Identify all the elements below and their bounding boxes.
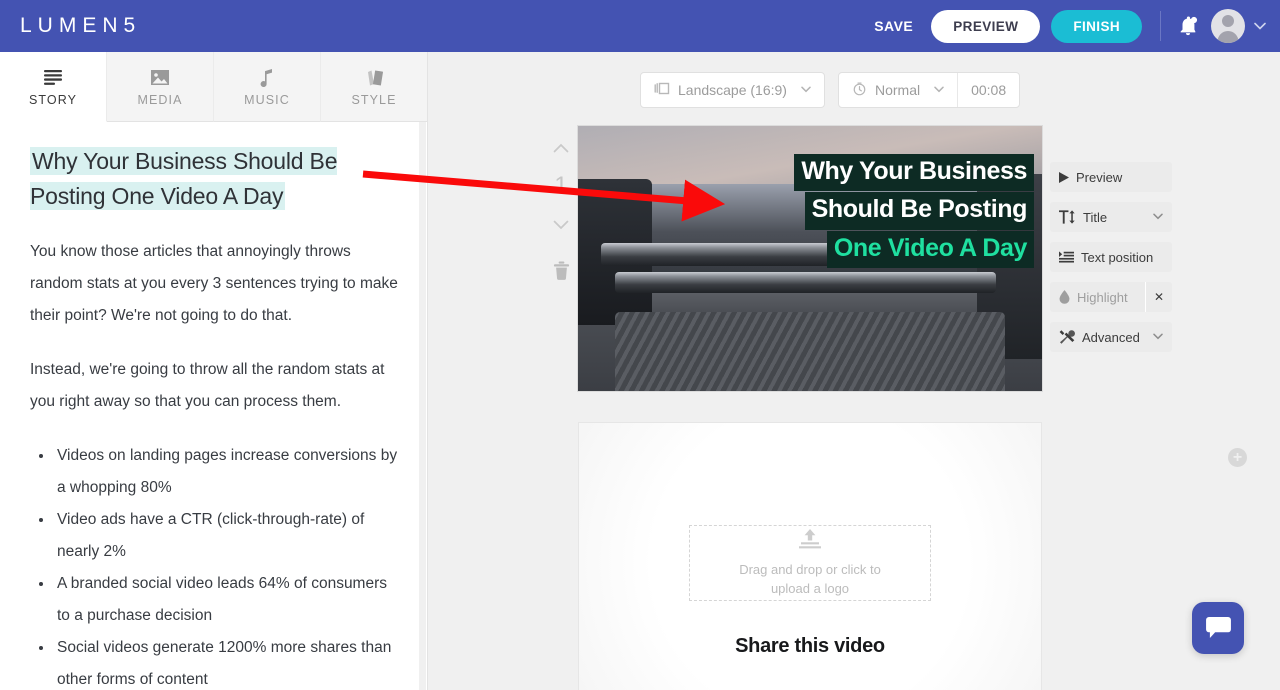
tab-story[interactable]: STORY	[0, 52, 107, 122]
chevron-down-icon	[934, 84, 944, 96]
story-headline[interactable]: Why Your Business Should Be Posting One …	[30, 144, 398, 214]
chevron-down-icon	[801, 84, 811, 96]
speed-and-duration-group[interactable]: Normal 00:08	[838, 72, 1020, 108]
chevron-up-icon[interactable]	[549, 135, 573, 160]
chevron-down-icon	[1153, 332, 1163, 343]
list-item[interactable]: Video ads have a CTR (click-through-rate…	[54, 504, 398, 568]
text-position-label: Text position	[1081, 250, 1153, 265]
format-dropdown-cell[interactable]: Landscape (16:9)	[641, 73, 824, 107]
advanced-dropdown-button[interactable]: Advanced	[1050, 322, 1172, 352]
preview-scene-label: Preview	[1076, 170, 1122, 185]
upload-instruction-line1: Drag and drop or click to	[739, 560, 881, 579]
scene-video-preview[interactable]: Why Your Business Should Be Posting One …	[578, 126, 1042, 391]
scene-number: 1	[554, 172, 567, 200]
story-paragraph[interactable]: You know those articles that annoyingly …	[30, 236, 398, 332]
chevron-down-icon[interactable]	[1254, 17, 1266, 35]
lumen5-video-editor: LUMEN5 SAVE PREVIEW FINISH	[0, 0, 1280, 690]
story-content[interactable]: Why Your Business Should Be Posting One …	[0, 122, 428, 690]
format-dropdown[interactable]: Landscape (16:9)	[640, 72, 825, 108]
video-text-overlay[interactable]: Why Your Business Should Be Posting One …	[589, 154, 1034, 269]
music-note-icon	[260, 67, 274, 89]
add-scene-button[interactable]: +	[1228, 448, 1247, 467]
editor-canvas: Landscape (16:9) Normal	[428, 52, 1280, 690]
title-dropdown-button[interactable]: Title	[1050, 202, 1172, 232]
scene-controls: 1	[543, 135, 579, 285]
divider	[1160, 11, 1161, 41]
chat-bubble-icon[interactable]	[1192, 602, 1244, 654]
story-panel: STORY MEDIA MUSIC	[0, 52, 428, 690]
list-item[interactable]: A branded social video leads 64% of cons…	[54, 568, 398, 632]
scene-tool-panel: Preview Title	[1050, 162, 1172, 362]
tab-media-label: MEDIA	[137, 93, 182, 107]
video-text-line: Why Your Business	[794, 154, 1034, 191]
text-size-icon	[1059, 210, 1076, 224]
preview-scene-button[interactable]: Preview	[1050, 162, 1172, 192]
duration-display: 00:08	[957, 73, 1019, 107]
logo-upload-dropzone[interactable]: Drag and drop or click to upload a logo	[689, 525, 931, 601]
upload-instruction: Drag and drop or click to upload a logo	[739, 560, 881, 598]
story-headline-text: Why Your Business Should Be Posting One …	[30, 147, 337, 210]
list-item[interactable]: Social videos generate 1200% more shares…	[54, 632, 398, 690]
finish-button[interactable]: FINISH	[1051, 10, 1142, 43]
preview-button[interactable]: PREVIEW	[931, 10, 1040, 43]
story-scrollbar[interactable]	[419, 122, 426, 690]
close-icon[interactable]: ✕	[1145, 282, 1172, 312]
tab-story-label: STORY	[29, 93, 77, 107]
share-title[interactable]: Share this video	[579, 635, 1041, 658]
tab-style[interactable]: STYLE	[321, 52, 427, 122]
text-position-button[interactable]: Text position	[1050, 242, 1172, 272]
outro-card[interactable]: Drag and drop or click to upload a logo …	[578, 422, 1042, 690]
tools-icon	[1059, 330, 1075, 344]
story-bullet-list: Videos on landing pages increase convers…	[30, 440, 398, 690]
lumen5-logo[interactable]: LUMEN5	[20, 14, 141, 38]
tab-style-label: STYLE	[351, 93, 396, 107]
highlight-button[interactable]: Highlight ✕	[1050, 282, 1172, 312]
title-label: Title	[1083, 210, 1107, 225]
speed-label: Normal	[875, 82, 920, 98]
top-navigation-bar: LUMEN5 SAVE PREVIEW FINISH	[0, 0, 1280, 52]
tab-music[interactable]: MUSIC	[214, 52, 321, 122]
highlight-label: Highlight	[1077, 290, 1128, 305]
upload-instruction-line2: upload a logo	[739, 579, 881, 598]
speed-dropdown[interactable]: Normal	[839, 73, 957, 107]
canvas-options-bar: Landscape (16:9) Normal	[640, 72, 1020, 108]
tab-music-label: MUSIC	[244, 93, 290, 107]
avatar-head	[1222, 15, 1234, 27]
notification-bell-icon[interactable]	[1177, 15, 1199, 37]
save-button[interactable]: SAVE	[874, 18, 913, 34]
text-position-icon	[1059, 251, 1074, 263]
style-cards-icon	[365, 67, 384, 89]
chevron-down-icon	[1153, 212, 1163, 223]
trash-icon[interactable]	[553, 261, 570, 285]
advanced-label: Advanced	[1082, 330, 1140, 345]
aspect-ratio-icon	[654, 82, 670, 98]
image-icon	[150, 67, 170, 89]
tab-media[interactable]: MEDIA	[107, 52, 214, 122]
top-bar-actions: SAVE PREVIEW FINISH	[874, 0, 1280, 52]
upload-icon	[797, 529, 823, 555]
video-text-line: Should Be Posting	[805, 192, 1034, 229]
avatar-body	[1218, 31, 1239, 43]
chevron-down-icon[interactable]	[549, 212, 573, 237]
story-lines-icon	[44, 67, 62, 89]
play-icon	[1059, 172, 1069, 183]
story-paragraph[interactable]: Instead, we're going to throw all the ra…	[30, 354, 398, 418]
droplet-icon	[1059, 290, 1070, 304]
format-label: Landscape (16:9)	[678, 82, 787, 98]
video-text-line: One Video A Day	[827, 231, 1034, 268]
avatar[interactable]	[1211, 9, 1245, 43]
panel-tabs: STORY MEDIA MUSIC	[0, 52, 427, 122]
list-item[interactable]: Videos on landing pages increase convers…	[54, 440, 398, 504]
clock-icon	[852, 81, 867, 99]
